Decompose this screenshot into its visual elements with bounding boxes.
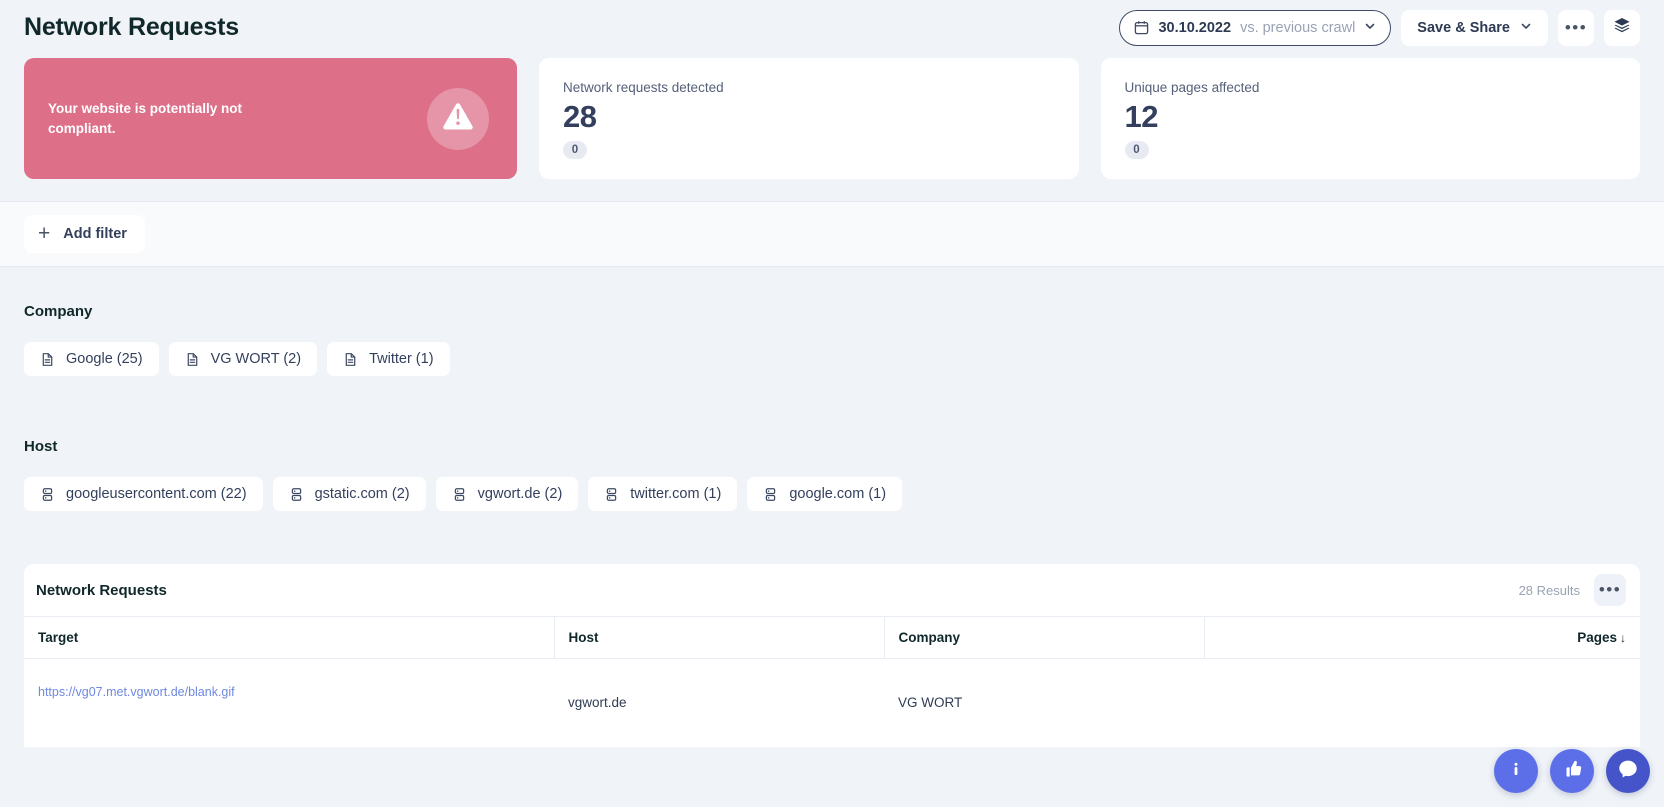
host-chip-googleusercontent[interactable]: googleusercontent.com (22): [24, 477, 263, 511]
company-chip-twitter[interactable]: Twitter (1): [327, 342, 450, 376]
feedback-button[interactable]: [1550, 749, 1594, 793]
date-value: 30.10.2022: [1158, 19, 1232, 36]
ellipsis-icon: •••: [1564, 17, 1588, 37]
summary-cards: Your website is potentially not complian…: [0, 58, 1664, 179]
company-chip-vg-wort[interactable]: VG WORT (2): [168, 342, 318, 376]
warning-triangle-icon: [441, 99, 475, 138]
chip-label: Google (25): [66, 351, 143, 367]
warning-icon-circle: [427, 87, 489, 150]
document-icon: [40, 352, 55, 367]
thumbs-up-icon: [1561, 758, 1583, 785]
server-stack-icon: [763, 487, 778, 502]
column-label: Company: [898, 630, 961, 645]
stat-delta-badge: 0: [563, 141, 587, 159]
host-chip-vgwort[interactable]: vgwort.de (2): [435, 477, 579, 511]
column-header-company[interactable]: Company: [883, 616, 1204, 659]
host-chip-twitter[interactable]: twitter.com (1): [588, 477, 738, 511]
table-body: https://vg07.met.vgwort.de/blank.gif vgw…: [24, 658, 1640, 747]
cell-host: vgwort.de: [554, 658, 884, 747]
sort-descending-icon: ↓: [1620, 631, 1626, 645]
column-label: Host: [568, 630, 599, 645]
chip-label: vgwort.de (2): [477, 486, 563, 502]
company-chip-list: Google (25) VG WORT (2) Twitter (1): [24, 342, 1640, 376]
stat-delta-badge: 0: [1124, 141, 1149, 159]
panel-menu-button[interactable]: •••: [1594, 574, 1626, 606]
floating-action-buttons: [1494, 749, 1650, 793]
stat-label: Network requests detected: [563, 80, 724, 95]
facet-title-company: Company: [24, 303, 93, 320]
cell-company: VG WORT: [884, 658, 1204, 747]
chip-label: google.com (1): [789, 486, 887, 502]
filter-bar: + Add filter: [0, 201, 1664, 267]
cell-pages: [1204, 658, 1640, 747]
facet-company: Company Google (25) VG WORT (2) Twitter …: [0, 303, 1664, 376]
ellipsis-icon: •••: [1598, 580, 1622, 599]
column-label: Target: [38, 630, 79, 645]
layers-icon: [1613, 16, 1631, 39]
company-chip-google[interactable]: Google (25): [24, 342, 159, 376]
host-chip-list: googleusercontent.com (22) gstatic.com (…: [24, 477, 1640, 511]
chip-label: VG WORT (2): [210, 351, 302, 367]
app-page: Network Requests 30.10.2022 vs. previous…: [0, 0, 1664, 807]
chevron-down-icon: [1520, 20, 1532, 36]
chevron-down-icon: [1364, 20, 1376, 36]
server-stack-icon: [40, 487, 55, 502]
stat-value: 28: [563, 99, 597, 134]
layers-button[interactable]: [1604, 9, 1640, 46]
save-and-share-button[interactable]: Save & Share: [1401, 9, 1548, 46]
host-chip-gstatic[interactable]: gstatic.com (2): [272, 477, 426, 511]
target-link[interactable]: https://vg07.met.vgwort.de/blank.gif: [38, 685, 235, 699]
server-stack-icon: [289, 487, 304, 502]
chip-label: Twitter (1): [369, 351, 434, 367]
date-comparison: vs. previous crawl: [1240, 19, 1356, 36]
stat-value: 12: [1124, 99, 1159, 134]
facet-title-host: Host: [24, 438, 58, 455]
chip-label: gstatic.com (2): [314, 486, 410, 502]
column-header-host[interactable]: Host: [553, 616, 884, 659]
chat-button[interactable]: [1606, 749, 1650, 793]
server-stack-icon: [604, 487, 619, 502]
cell-target: https://vg07.met.vgwort.de/blank.gif: [24, 658, 554, 747]
chat-bubble-icon: [1617, 758, 1639, 785]
server-stack-icon: [452, 487, 467, 502]
header-controls: 30.10.2022 vs. previous crawl Save & Sha…: [1119, 9, 1640, 46]
panel-header: Network Requests 28 Results •••: [24, 564, 1640, 616]
info-icon: [1505, 758, 1527, 785]
save-share-label: Save & Share: [1417, 19, 1510, 36]
add-filter-label: Add filter: [63, 226, 127, 242]
stat-label: Unique pages affected: [1124, 80, 1260, 95]
facet-host: Host googleusercontent.com (22) gstatic.…: [0, 438, 1664, 511]
add-filter-button[interactable]: + Add filter: [24, 215, 145, 253]
stat-card-network-requests: Network requests detected 28 0: [539, 58, 1079, 179]
compliance-warning-card: Your website is potentially not complian…: [24, 58, 517, 179]
chip-label: twitter.com (1): [630, 486, 722, 502]
date-range-picker[interactable]: 30.10.2022 vs. previous crawl: [1119, 9, 1392, 46]
chip-label: googleusercontent.com (22): [66, 486, 247, 502]
page-header: Network Requests 30.10.2022 vs. previous…: [0, 0, 1664, 55]
document-icon: [185, 352, 200, 367]
network-requests-panel: Network Requests 28 Results ••• Target H…: [24, 564, 1640, 747]
calendar-icon: [1134, 20, 1149, 35]
stat-card-unique-pages: Unique pages affected 12 0: [1100, 58, 1640, 179]
panel-header-actions: 28 Results •••: [1519, 574, 1626, 606]
host-chip-google[interactable]: google.com (1): [747, 477, 903, 511]
table-row[interactable]: https://vg07.met.vgwort.de/blank.gif vgw…: [24, 658, 1640, 747]
panel-title: Network Requests: [36, 581, 167, 599]
document-icon: [343, 352, 358, 367]
table-header: Target Host Company Pages ↓: [24, 616, 1640, 659]
info-button[interactable]: [1494, 749, 1538, 793]
column-header-target[interactable]: Target: [24, 616, 554, 659]
compliance-warning-text: Your website is potentially not complian…: [48, 100, 243, 136]
plus-icon: +: [38, 222, 51, 245]
column-header-pages[interactable]: Pages ↓: [1203, 616, 1640, 659]
more-options-button[interactable]: •••: [1558, 9, 1594, 46]
network-requests-table: Target Host Company Pages ↓ https://vg07…: [24, 616, 1640, 747]
table-header-row: Target Host Company Pages ↓: [24, 616, 1640, 659]
column-label: Pages: [1577, 630, 1617, 645]
page-title: Network Requests: [24, 13, 239, 41]
results-count: 28 Results: [1518, 582, 1580, 598]
